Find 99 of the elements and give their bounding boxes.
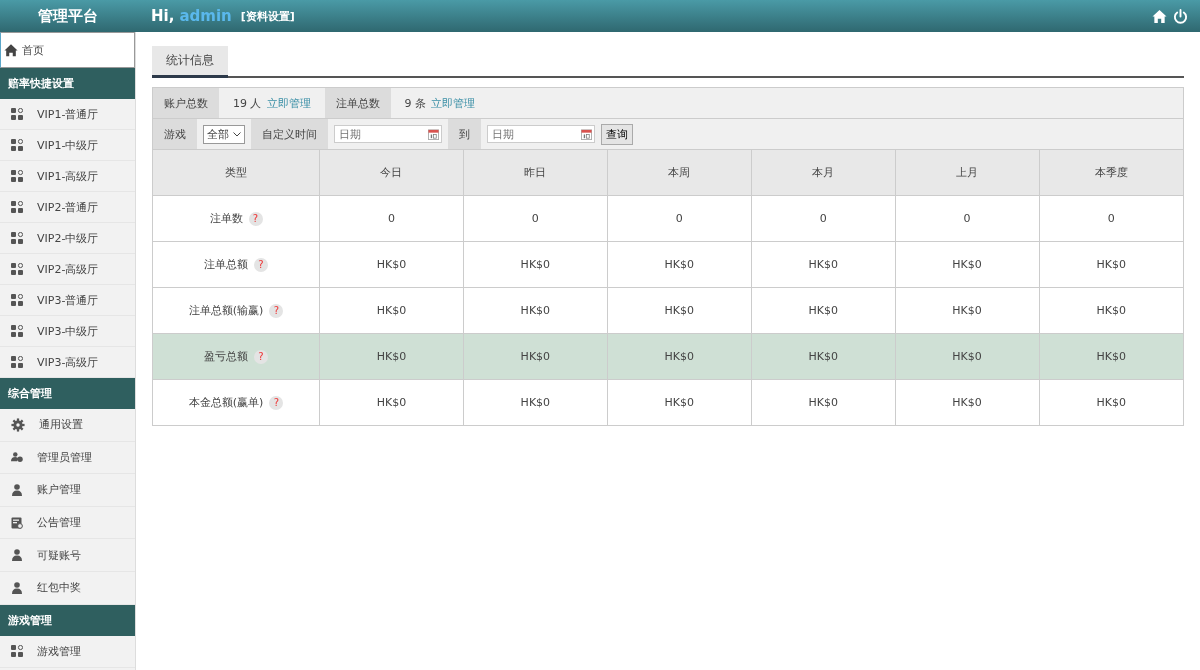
table-cell: HK$0 [751,241,896,288]
table-cell: HK$0 [319,379,464,425]
sidebar-item[interactable]: 首页 [0,32,135,68]
table-cell: HK$0 [895,379,1040,425]
sidebar-item[interactable]: 公告管理 [0,506,135,540]
apps-icon [11,139,23,151]
sidebar-section-header[interactable]: 综合管理 [0,378,135,409]
greeting-text: Hi, [151,7,175,25]
row-type: 注单总额 [204,257,248,272]
table-cell: HK$0 [1039,379,1183,425]
apps-icon [11,294,23,306]
sidebar-section-header[interactable]: 赔率快捷设置 [0,68,135,99]
table-cell: 0 [463,195,608,242]
table-cell: 0 [1039,195,1183,242]
table-cell: HK$0 [607,379,752,425]
table-cell: HK$0 [463,241,608,288]
sidebar-item[interactable]: VIP1-普通厅 [0,99,135,130]
column-header: 今日 [319,150,464,196]
table-cell: HK$0 [751,379,896,425]
table-cell: 0 [319,195,464,242]
table-cell: HK$0 [319,333,464,380]
gear-icon [11,417,25,432]
sidebar-item[interactable]: VIP1-高级厅 [0,161,135,192]
column-header: 本周 [607,150,752,196]
apps-icon [11,170,23,182]
table-cell: HK$0 [1039,241,1183,288]
brand-title: 管理平台 [36,6,99,26]
sidebar-item[interactable]: VIP1-中级厅 [0,130,135,161]
table-cell: HK$0 [607,287,752,334]
apps-icon [11,645,23,658]
sidebar-item[interactable]: VIP3-中级厅 [0,316,135,347]
column-header: 本月 [751,150,896,196]
user-icon [11,549,23,562]
row-type: 盈亏总额 [204,349,248,364]
table-cell: HK$0 [463,333,608,380]
table-cell: HK$0 [1039,287,1183,334]
column-header: 昨日 [463,150,608,196]
apps-icon [11,232,23,244]
tab[interactable]: 统计信息 [152,46,228,78]
apps-icon [11,325,23,337]
summary-label: 注单总数 [324,88,391,118]
calendar-icon[interactable] [428,128,439,140]
table-cell: HK$0 [463,287,608,334]
sidebar-item[interactable]: VIP2-普通厅 [0,192,135,223]
date-field[interactable]: 日期 [487,125,595,143]
sidebar-item[interactable]: 游戏管理 [0,635,135,669]
summary-value: 19 人 [233,95,262,111]
table-cell: HK$0 [895,241,1040,288]
notice-icon [11,516,23,529]
users-icon [11,451,23,464]
table-cell: HK$0 [319,287,464,334]
date-field[interactable]: 日期 [334,125,442,143]
home-icon [4,43,18,57]
row-type: 本金总额(赢单) [188,395,264,410]
table-cell: 0 [895,195,1040,242]
to-label: 到 [448,119,481,149]
sidebar-item[interactable]: VIP2-中级厅 [0,223,135,254]
sidebar-item[interactable]: 账户管理 [0,474,135,507]
game-select[interactable]: 全部 [203,124,245,144]
power-icon[interactable] [1173,8,1188,24]
chevron-icon [233,131,241,137]
summary-value: 9 条 [404,95,426,111]
sidebar-item[interactable]: VIP2-高级厅 [0,254,135,285]
profile-link[interactable]: [资料设置] [240,8,295,24]
calendar-icon[interactable] [581,128,592,140]
table-cell: HK$0 [319,241,464,288]
column-header: 本季度 [1039,150,1183,196]
table-cell: HK$0 [751,287,896,334]
sidebar-section-header[interactable]: 游戏管理 [0,604,135,636]
sidebar-item[interactable]: 通用设置 [0,409,135,442]
table-cell: 0 [751,195,896,242]
sidebar-item[interactable]: 可疑账号 [0,539,135,572]
apps-icon [11,356,23,368]
apps-icon [11,108,23,120]
apps-icon [11,263,23,275]
username: admin [179,7,232,25]
apps-icon [11,201,23,213]
row-type: 注单总额(输赢) [188,303,264,318]
user-icon [11,581,23,594]
table-cell: HK$0 [751,333,896,380]
table-cell: HK$0 [895,333,1040,380]
sidebar-item[interactable]: VIP3-普通厅 [0,285,135,316]
query-button[interactable]: 查询 [601,123,633,145]
table-cell: HK$0 [895,287,1040,334]
sidebar-item[interactable]: 管理员管理 [0,441,135,475]
column-header: 上月 [895,150,1040,196]
table-cell: HK$0 [463,379,608,425]
table-cell: HK$0 [607,241,752,288]
time-label: 自定义时间 [251,119,328,149]
row-type: 注单数 [209,211,243,226]
table-cell: HK$0 [607,333,752,380]
table-cell: 0 [607,195,752,242]
user-icon [11,484,23,496]
summary-label: 账户总数 [153,88,219,118]
sidebar-item[interactable]: 红包中奖 [0,571,135,605]
game-label: 游戏 [153,119,197,149]
table-cell: HK$0 [1039,333,1183,380]
column-header: 类型 [153,150,320,196]
home-icon[interactable] [1152,8,1167,24]
